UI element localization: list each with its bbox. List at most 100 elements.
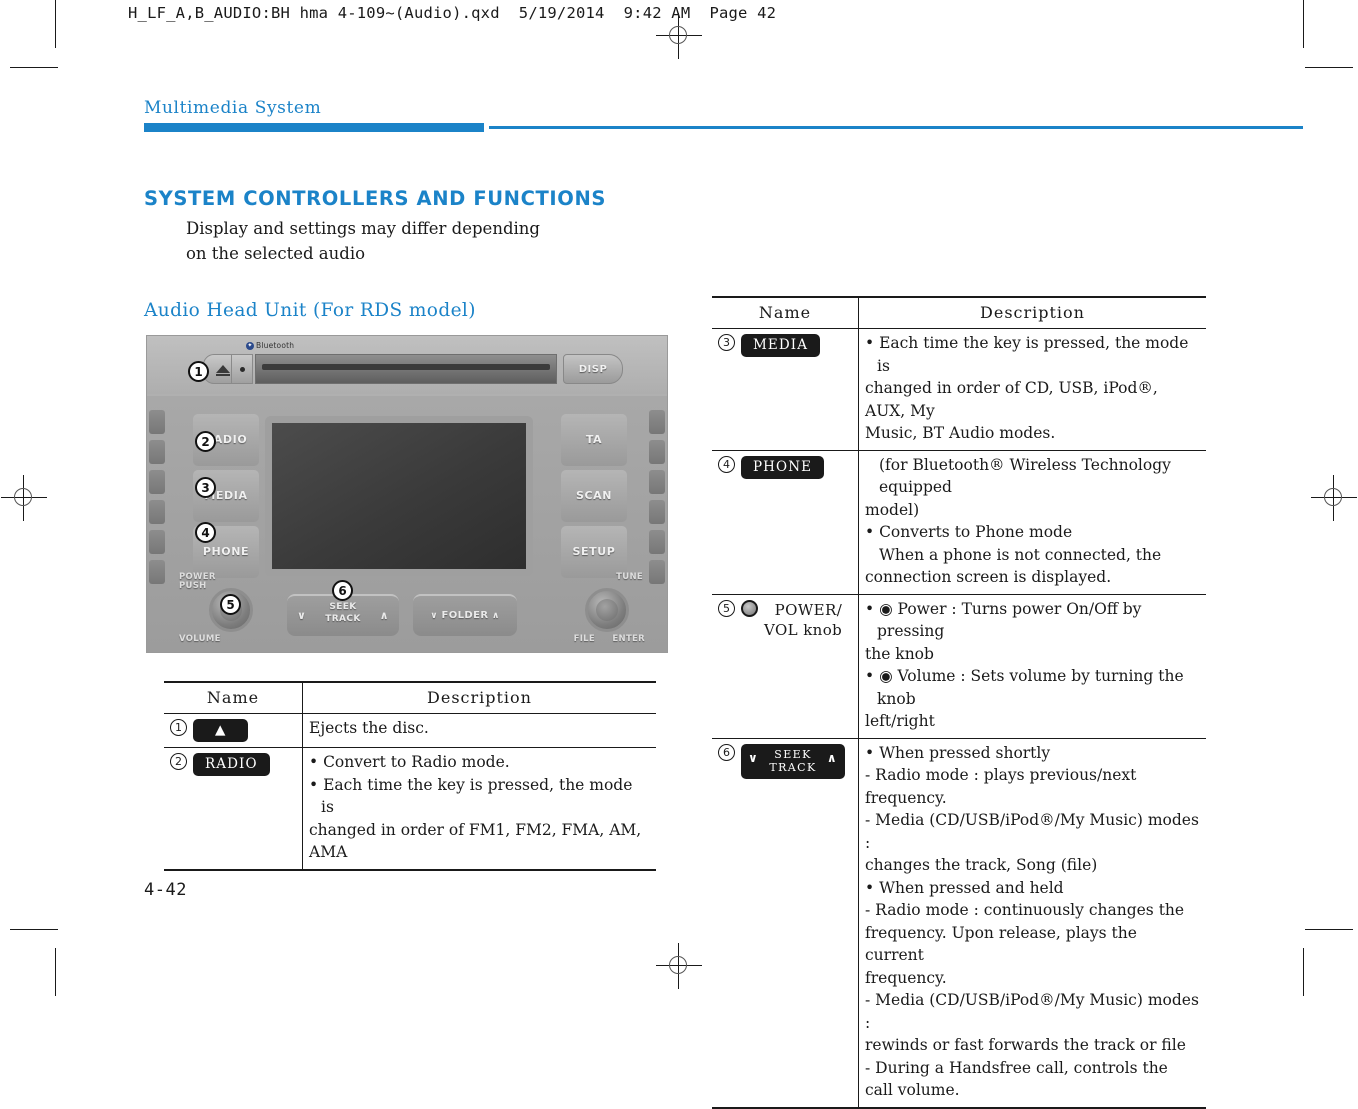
section-note-line-2: on the selected audio: [186, 244, 366, 263]
page-canvas: Multimedia System SYSTEM CONTROLLERS AND…: [0, 0, 1358, 1109]
desc-line: - During a Handsfree call, controls the …: [865, 1058, 1168, 1100]
table-row: 4 PHONE (for Bluetooth® Wireless Technol…: [712, 450, 1206, 595]
row-description-cell: Ejects the disc.: [302, 713, 656, 748]
row-number-badge: 4: [718, 455, 735, 473]
volume-label: VOLUME: [179, 634, 221, 644]
desc-line: - Media (CD/USB/iPod®/My Music) modes :: [865, 811, 1199, 852]
setup-button[interactable]: SETUP: [561, 526, 627, 578]
row-name-cell: 4 PHONE: [712, 450, 859, 595]
table-row: 5 POWER/ VOL knob • ◉ Power : Turns powe…: [712, 594, 1206, 739]
desc-line: the knob: [865, 644, 934, 663]
page-number: 4-42: [144, 880, 187, 900]
seek-label: SEEK: [329, 602, 357, 612]
vent-left: [149, 410, 165, 610]
desc-line: connection screen is displayed.: [865, 568, 1112, 586]
callout-2: 2: [195, 431, 216, 452]
row-description-cell: • Convert to Radio mode. • Each time the…: [302, 747, 656, 871]
seek-prev-chevron-icon: ∨: [748, 750, 760, 765]
desc-line: • ◉ Volume : Sets volume by turning the …: [865, 667, 1184, 708]
callout-1: 1: [188, 361, 209, 382]
desc-line: frequency.: [865, 968, 947, 987]
row-name-cell: 5 POWER/ VOL knob: [712, 594, 859, 739]
desc-line: - Media (CD/USB/iPod®/My Music) modes :: [865, 991, 1199, 1032]
table-row: 1 ▲ Ejects the disc.: [164, 713, 656, 748]
seek-badge-line-2: TRACK: [769, 760, 817, 774]
reset-button[interactable]: [231, 354, 253, 384]
column-header-description: Description: [858, 296, 1206, 329]
subsection-heading: Audio Head Unit (For RDS model): [144, 300, 476, 321]
head-unit-face: RADIO MEDIA PHONE TA SCAN SETUP POWER PU…: [147, 396, 667, 652]
column-header-name: Name: [164, 681, 303, 714]
controls-table-right: Name Description 3 MEDIA • Each time the…: [712, 296, 1206, 1109]
desc-line: - Radio mode : plays previous/next frequ…: [865, 766, 1137, 807]
desc-line: Ejects the disc.: [309, 719, 429, 737]
radio-key-badge: RADIO: [193, 753, 270, 776]
desc-line: • Each time the key is pressed, the mode…: [309, 775, 633, 817]
disp-button[interactable]: DISP: [563, 354, 623, 384]
head-unit-top-band: ✦ Bluetooth DISP: [147, 336, 667, 394]
vent-right: [649, 410, 665, 610]
eject-key-badge: ▲: [193, 719, 249, 742]
desc-line: (for Bluetooth® Wireless Technology equi…: [879, 455, 1171, 497]
table-header-row: Name Description: [712, 296, 1206, 329]
row-number-badge: 2: [170, 753, 187, 770]
desc-line: • ◉ Power : Turns power On/Off by pressi…: [865, 599, 1142, 641]
folder-label: FOLDER: [441, 610, 489, 621]
desc-line: rewinds or fast forwards the track or fi…: [865, 1036, 1186, 1054]
seek-track-key-badge: ∨ ∧ SEEK TRACK: [741, 743, 845, 779]
callout-4: 4: [195, 522, 216, 543]
desc-line: model): [865, 500, 920, 519]
row-description-cell: (for Bluetooth® Wireless Technology equi…: [858, 450, 1206, 595]
knob-name-line-1: POWER/: [774, 600, 843, 619]
bluetooth-glyph: ✦: [246, 341, 254, 350]
tune-label: TUNE: [616, 572, 643, 582]
display-screen[interactable]: [265, 416, 533, 576]
push-label: PUSH: [179, 581, 207, 591]
track-label: TRACK: [325, 614, 361, 624]
row-name-cell: 1 ▲: [164, 713, 303, 748]
callout-3: 3: [195, 477, 216, 498]
row-number-badge: 3: [718, 334, 735, 351]
right-key-column: TA SCAN SETUP: [561, 414, 627, 582]
folder-button[interactable]: ∨ FOLDER ∧: [413, 594, 517, 636]
row-number-badge: 5: [718, 599, 735, 617]
phone-key-badge: PHONE: [741, 455, 825, 479]
row-description-cell: • ◉ Power : Turns power On/Off by pressi…: [858, 594, 1206, 739]
eject-icon: [216, 365, 230, 376]
seek-badge-line-1: SEEK: [774, 747, 812, 761]
ta-button[interactable]: TA: [561, 414, 627, 466]
desc-line: changed in order of CD, USB, iPod®, AUX,…: [865, 379, 1158, 420]
knob-name-line-2: VOL knob: [764, 620, 843, 639]
row-name-cell: 6 ∨ ∧ SEEK TRACK: [712, 738, 859, 1109]
running-head-rule-thin: [489, 126, 1303, 129]
row-name-cell: 3 MEDIA: [712, 328, 859, 451]
desc-line: • Convert to Radio mode.: [309, 753, 510, 771]
running-head-bar-thick: [144, 123, 484, 132]
running-head: Multimedia System: [144, 98, 322, 118]
folder-next-chevron-icon: ∧: [488, 611, 500, 621]
desc-line: • Converts to Phone mode: [865, 523, 1073, 541]
tune-enter-knob[interactable]: [585, 588, 629, 632]
media-key-badge: MEDIA: [741, 334, 821, 357]
table-row: 2 RADIO • Convert to Radio mode. • Each …: [164, 747, 656, 871]
bluetooth-logo-icon: ✦ Bluetooth: [246, 341, 294, 350]
knob-name-label: POWER/ VOL knob: [764, 600, 842, 640]
knob-icon: [741, 599, 758, 617]
desc-line: Music, BT Audio modes.: [865, 424, 1056, 442]
desc-line: - Radio mode : continuously changes the: [865, 901, 1185, 919]
controls-table-left: Name Description 1 ▲ Ejects the disc. 2 …: [164, 681, 656, 871]
row-description-cell: • When pressed shortly - Radio mode : pl…: [858, 738, 1206, 1109]
desc-line: left/right: [865, 712, 935, 730]
callout-5: 5: [220, 594, 241, 615]
desc-line: frequency. Upon release, plays the curre…: [865, 923, 1137, 965]
scan-button[interactable]: SCAN: [561, 470, 627, 522]
row-number-badge: 6: [718, 743, 735, 761]
section-note: Display and settings may differ dependin…: [186, 216, 678, 266]
row-description-cell: • Each time the key is pressed, the mode…: [858, 328, 1206, 451]
enter-label: ENTER: [612, 634, 645, 644]
file-label: FILE: [573, 634, 595, 644]
desc-line: • Each time the key is pressed, the mode…: [865, 334, 1189, 375]
desc-line: When a phone is not connected, the: [879, 545, 1162, 564]
seek-next-chevron-icon: ∧: [826, 750, 838, 765]
page-title: SYSTEM CONTROLLERS AND FUNCTIONS: [144, 187, 607, 210]
